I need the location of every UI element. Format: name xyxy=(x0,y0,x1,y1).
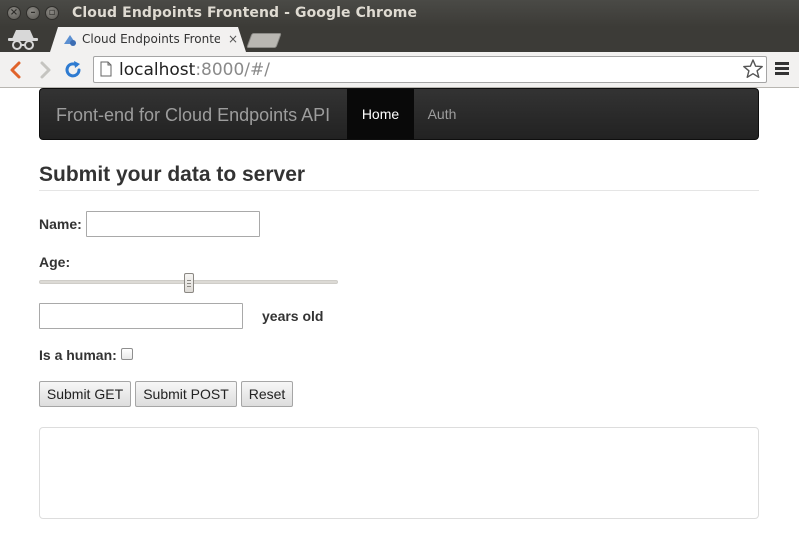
incognito-icon xyxy=(8,30,38,50)
submit-post-button[interactable]: Submit POST xyxy=(135,381,237,407)
tab-close-icon[interactable]: × xyxy=(226,32,240,46)
window-title: Cloud Endpoints Frontend - Google Chrome xyxy=(72,5,418,21)
url-path: :8000/#/ xyxy=(195,60,271,80)
reload-icon[interactable] xyxy=(62,58,84,82)
reset-button[interactable]: Reset xyxy=(241,381,293,407)
browser-tab[interactable]: Cloud Endpoints Frontend × xyxy=(50,27,246,52)
menu-icon[interactable] xyxy=(775,62,789,76)
forward-icon[interactable] xyxy=(34,58,56,82)
tab-title: Cloud Endpoints Frontend xyxy=(82,32,220,46)
star-icon[interactable] xyxy=(742,58,764,80)
navbar-brand[interactable]: Front-end for Cloud Endpoints API xyxy=(56,104,330,126)
page-title: Submit your data to server xyxy=(39,163,306,186)
favicon-icon xyxy=(64,35,76,46)
nav-item-home[interactable]: Home xyxy=(347,89,414,139)
name-input[interactable] xyxy=(86,211,260,237)
back-icon[interactable] xyxy=(5,58,27,82)
age-label: Age: xyxy=(39,254,71,270)
heading-divider xyxy=(39,190,759,191)
window-maximize-button[interactable]: ▫ xyxy=(45,6,59,20)
human-label: Is a human: xyxy=(39,347,117,363)
nav-item-auth[interactable]: Auth xyxy=(414,89,470,139)
url-text[interactable]: localhost:8000/#/ xyxy=(119,60,270,80)
name-label: Name: xyxy=(39,216,82,232)
window-minimize-button[interactable]: – xyxy=(26,6,40,20)
age-input[interactable] xyxy=(39,303,243,329)
human-checkbox[interactable] xyxy=(121,348,133,360)
age-slider-thumb[interactable] xyxy=(183,273,194,293)
new-tab-button[interactable] xyxy=(246,33,282,48)
response-output xyxy=(39,427,759,519)
url-host: localhost xyxy=(119,60,196,80)
submit-get-button[interactable]: Submit GET xyxy=(39,381,131,407)
page-icon xyxy=(100,61,112,77)
window-titlebar: × – ▫ Cloud Endpoints Frontend - Google … xyxy=(0,0,799,27)
age-unit-label: years old xyxy=(262,308,324,324)
app-navbar: Front-end for Cloud Endpoints API Home A… xyxy=(39,88,759,140)
window-close-button[interactable]: × xyxy=(7,6,21,20)
